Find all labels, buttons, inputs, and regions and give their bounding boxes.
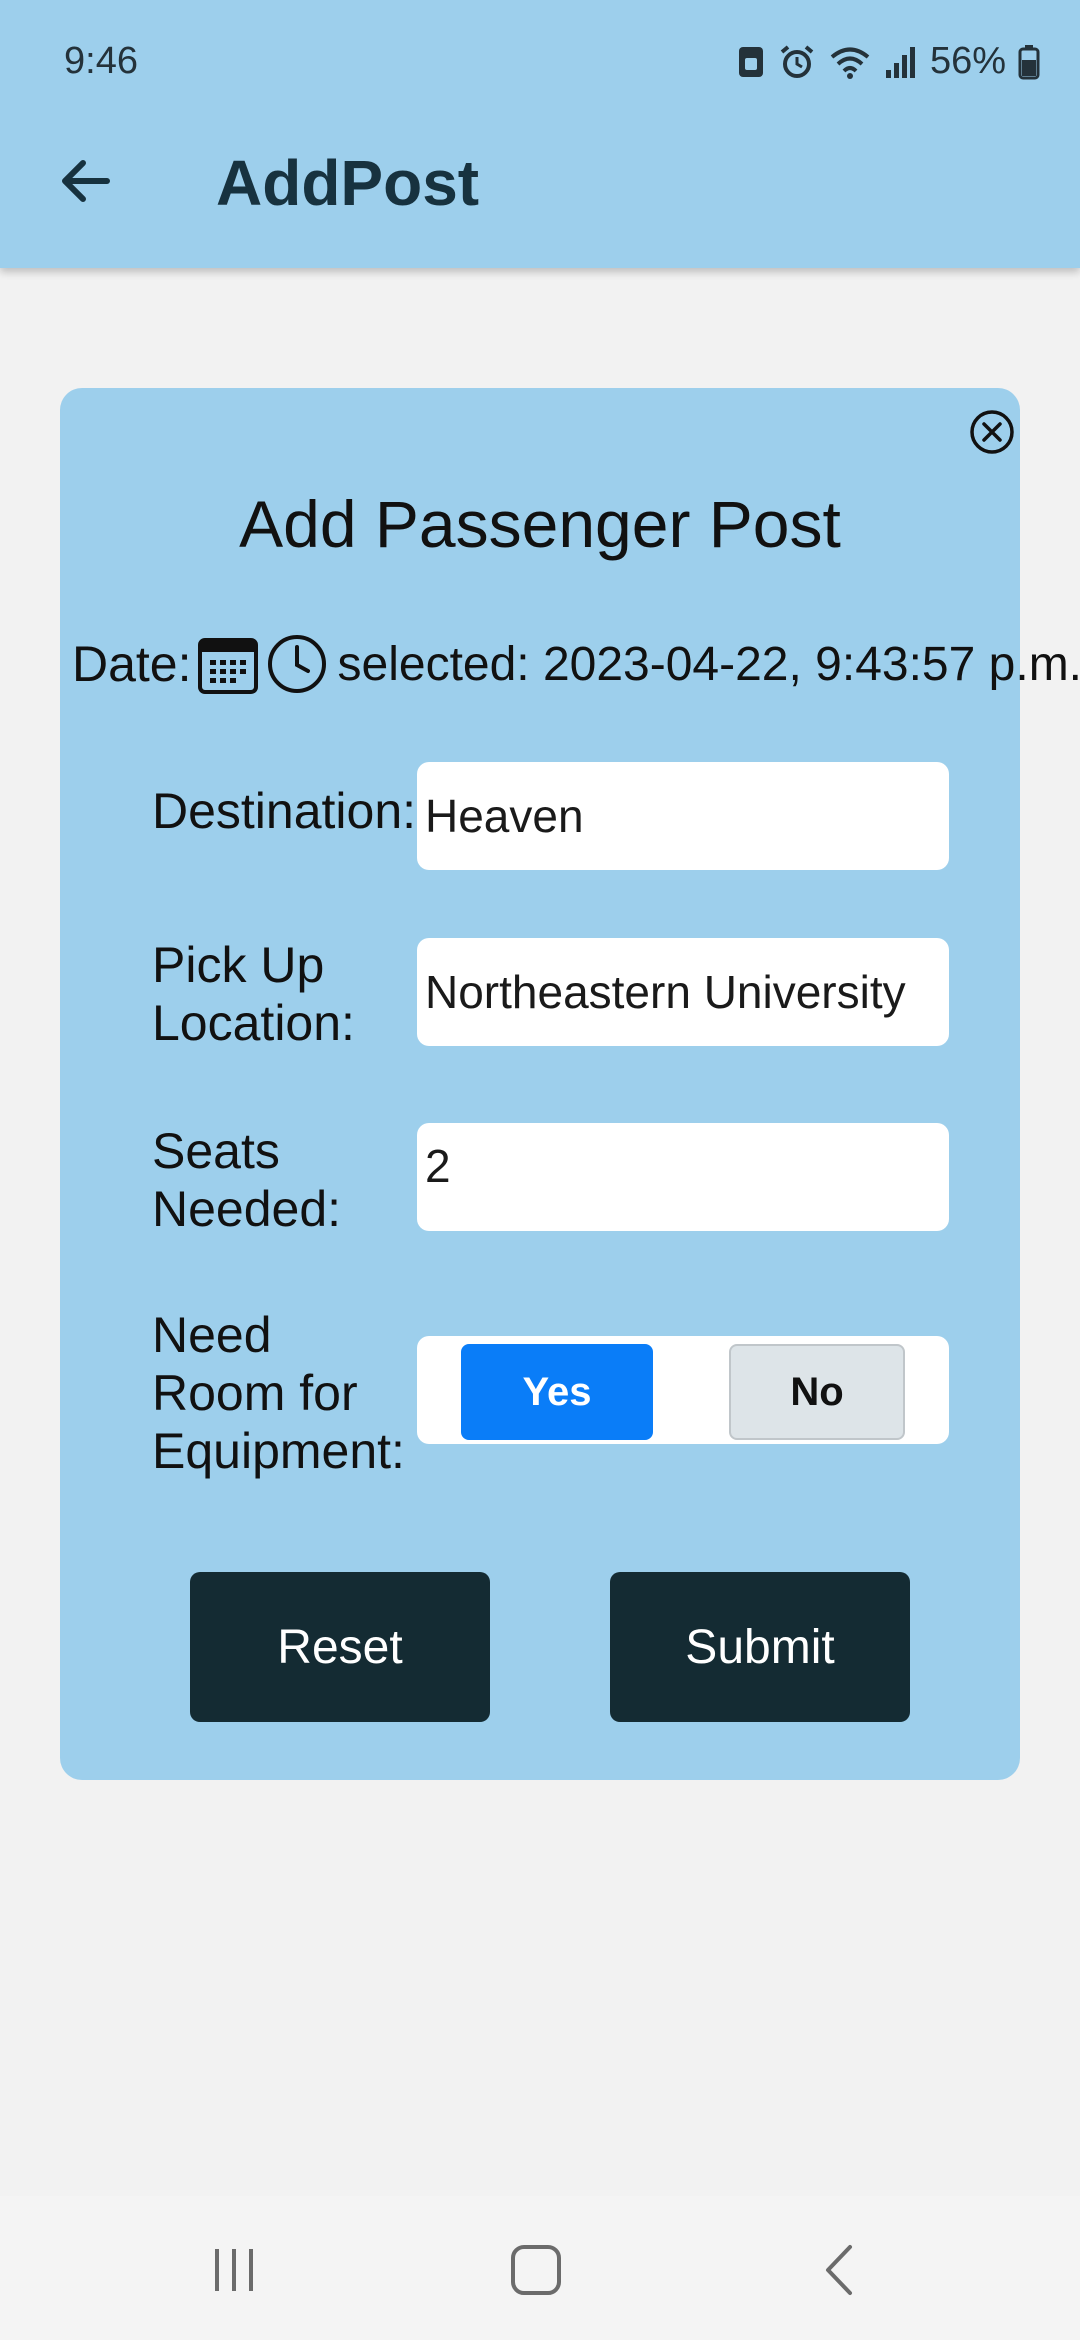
reset-button[interactable]: Reset: [190, 1572, 490, 1722]
equipment-label-line1: Need: [152, 1307, 272, 1363]
clock-icon[interactable]: [266, 633, 328, 695]
pickup-label-line2: Location:: [152, 995, 355, 1051]
close-circle-icon: [968, 410, 1016, 460]
home-icon: [509, 2243, 563, 2302]
home-button[interactable]: [496, 2232, 576, 2312]
pickup-location-input[interactable]: Northeastern University: [417, 938, 949, 1046]
battery-percent: 56%: [929, 40, 1006, 82]
pickup-label: Pick Up Location:: [152, 936, 355, 1052]
arrow-left-icon: [57, 153, 113, 214]
page-title: AddPost: [216, 147, 480, 219]
date-row: Date: selected: 2023-04-22, 9:43:57 p.m.: [72, 628, 1080, 700]
dialog-title: Add Passenger Post: [239, 487, 841, 561]
pickup-label-line1: Pick Up: [152, 937, 325, 993]
app-header: 9:46 56% AddPost: [0, 0, 1080, 268]
equipment-label: Need Room for Equipment:: [152, 1306, 405, 1480]
status-time: 9:46: [64, 40, 138, 82]
seats-label: Seats Needed:: [152, 1122, 341, 1238]
seats-label-line2: Needed:: [152, 1181, 342, 1237]
calendar-icon[interactable]: [196, 632, 260, 696]
close-button[interactable]: [968, 408, 1016, 456]
date-label: Date:: [72, 636, 192, 692]
back-nav-button[interactable]: [800, 2232, 880, 2312]
equipment-label-line3: Equipment:: [152, 1423, 405, 1479]
alarm-icon: [778, 44, 816, 80]
add-post-dialog: Add Passenger Post Date: selected: 2023-…: [60, 388, 1080, 1780]
signal-icon: [884, 44, 918, 80]
selected-datetime: selected: 2023-04-22, 9:43:57 p.m.: [337, 637, 1080, 691]
seats-label-line1: Seats: [152, 1123, 280, 1179]
back-icon: [820, 2243, 860, 2302]
battery-icon: [1018, 44, 1040, 80]
destination-label: Destination:: [152, 783, 417, 839]
navigation-bar: [0, 2196, 1080, 2340]
equipment-toggle: Yes No: [417, 1336, 949, 1444]
destination-input[interactable]: Heaven: [417, 762, 949, 870]
recent-apps-button[interactable]: [194, 2232, 274, 2312]
back-button[interactable]: [50, 148, 120, 218]
no-button[interactable]: No: [729, 1344, 905, 1440]
equipment-label-line2: Room for: [152, 1365, 358, 1421]
status-icons: 56%: [736, 40, 1040, 83]
wifi-icon: [828, 44, 872, 80]
submit-button[interactable]: Submit: [610, 1572, 910, 1722]
recent-apps-icon: [209, 2245, 259, 2300]
yes-button[interactable]: Yes: [461, 1344, 653, 1440]
sim-icon: [736, 44, 766, 80]
seats-input[interactable]: 2: [417, 1123, 949, 1231]
